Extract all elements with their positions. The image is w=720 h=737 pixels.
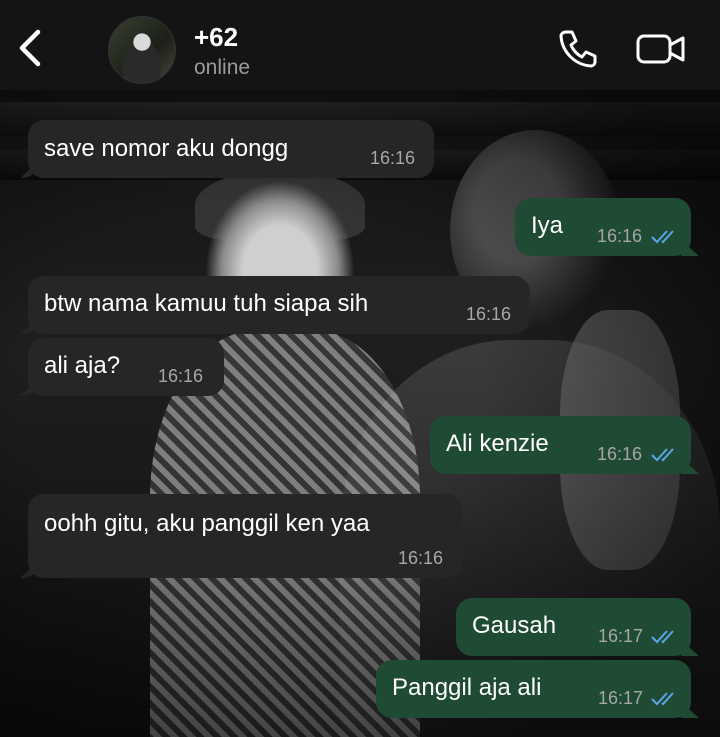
message-bubble-incoming[interactable]: oohh gitu, aku panggil ken yaa 16:16 xyxy=(28,494,462,578)
message-time: 16:16 xyxy=(370,148,416,168)
chat-screen: +62 online save nomor aku dongg 16:16 Iy… xyxy=(0,0,720,737)
chevron-left-icon[interactable] xyxy=(14,26,44,70)
video-camera-icon[interactable] xyxy=(636,33,686,65)
message-bubble-outgoing[interactable]: Panggil aja ali 16:17 xyxy=(376,660,691,718)
message-text: Iya xyxy=(531,212,564,239)
message-time: 16:16 xyxy=(597,226,643,246)
message-text: save nomor aku dongg xyxy=(44,135,289,162)
message-text: btw nama kamuu tuh siapa sih xyxy=(44,290,369,317)
message-time: 16:17 xyxy=(598,688,644,708)
message-text: Ali kenzie xyxy=(446,430,549,457)
chat-header: +62 online xyxy=(0,0,720,90)
message-bubble-outgoing[interactable]: Gausah 16:17 xyxy=(456,598,691,656)
message-time: 16:17 xyxy=(598,626,644,646)
message-bubble-incoming[interactable]: ali aja? 16:16 xyxy=(28,338,224,396)
message-bubble-outgoing[interactable]: Iya 16:16 xyxy=(515,198,691,256)
message-time: 16:16 xyxy=(466,304,512,324)
message-time: 16:16 xyxy=(398,548,444,568)
contact-status: online xyxy=(194,56,251,79)
double-check-icon xyxy=(651,230,674,244)
contact-name[interactable]: +62 xyxy=(194,22,238,53)
message-time: 16:16 xyxy=(597,444,643,464)
message-bubble-outgoing[interactable]: Ali kenzie 16:16 xyxy=(430,416,691,474)
message-text: Gausah xyxy=(472,612,557,639)
message-bubble-incoming[interactable]: save nomor aku dongg 16:16 xyxy=(28,120,434,178)
double-check-icon xyxy=(651,630,674,644)
double-check-icon xyxy=(651,448,674,462)
message-time: 16:16 xyxy=(158,366,204,386)
message-bubble-incoming[interactable]: btw nama kamuu tuh siapa sih 16:16 xyxy=(28,276,530,334)
message-text: Panggil aja ali xyxy=(392,674,542,701)
message-text: ali aja? xyxy=(44,352,121,379)
avatar[interactable] xyxy=(108,16,176,84)
message-text: oohh gitu, aku panggil ken yaa xyxy=(44,510,370,537)
double-check-icon xyxy=(651,692,674,706)
phone-icon[interactable] xyxy=(557,28,599,70)
